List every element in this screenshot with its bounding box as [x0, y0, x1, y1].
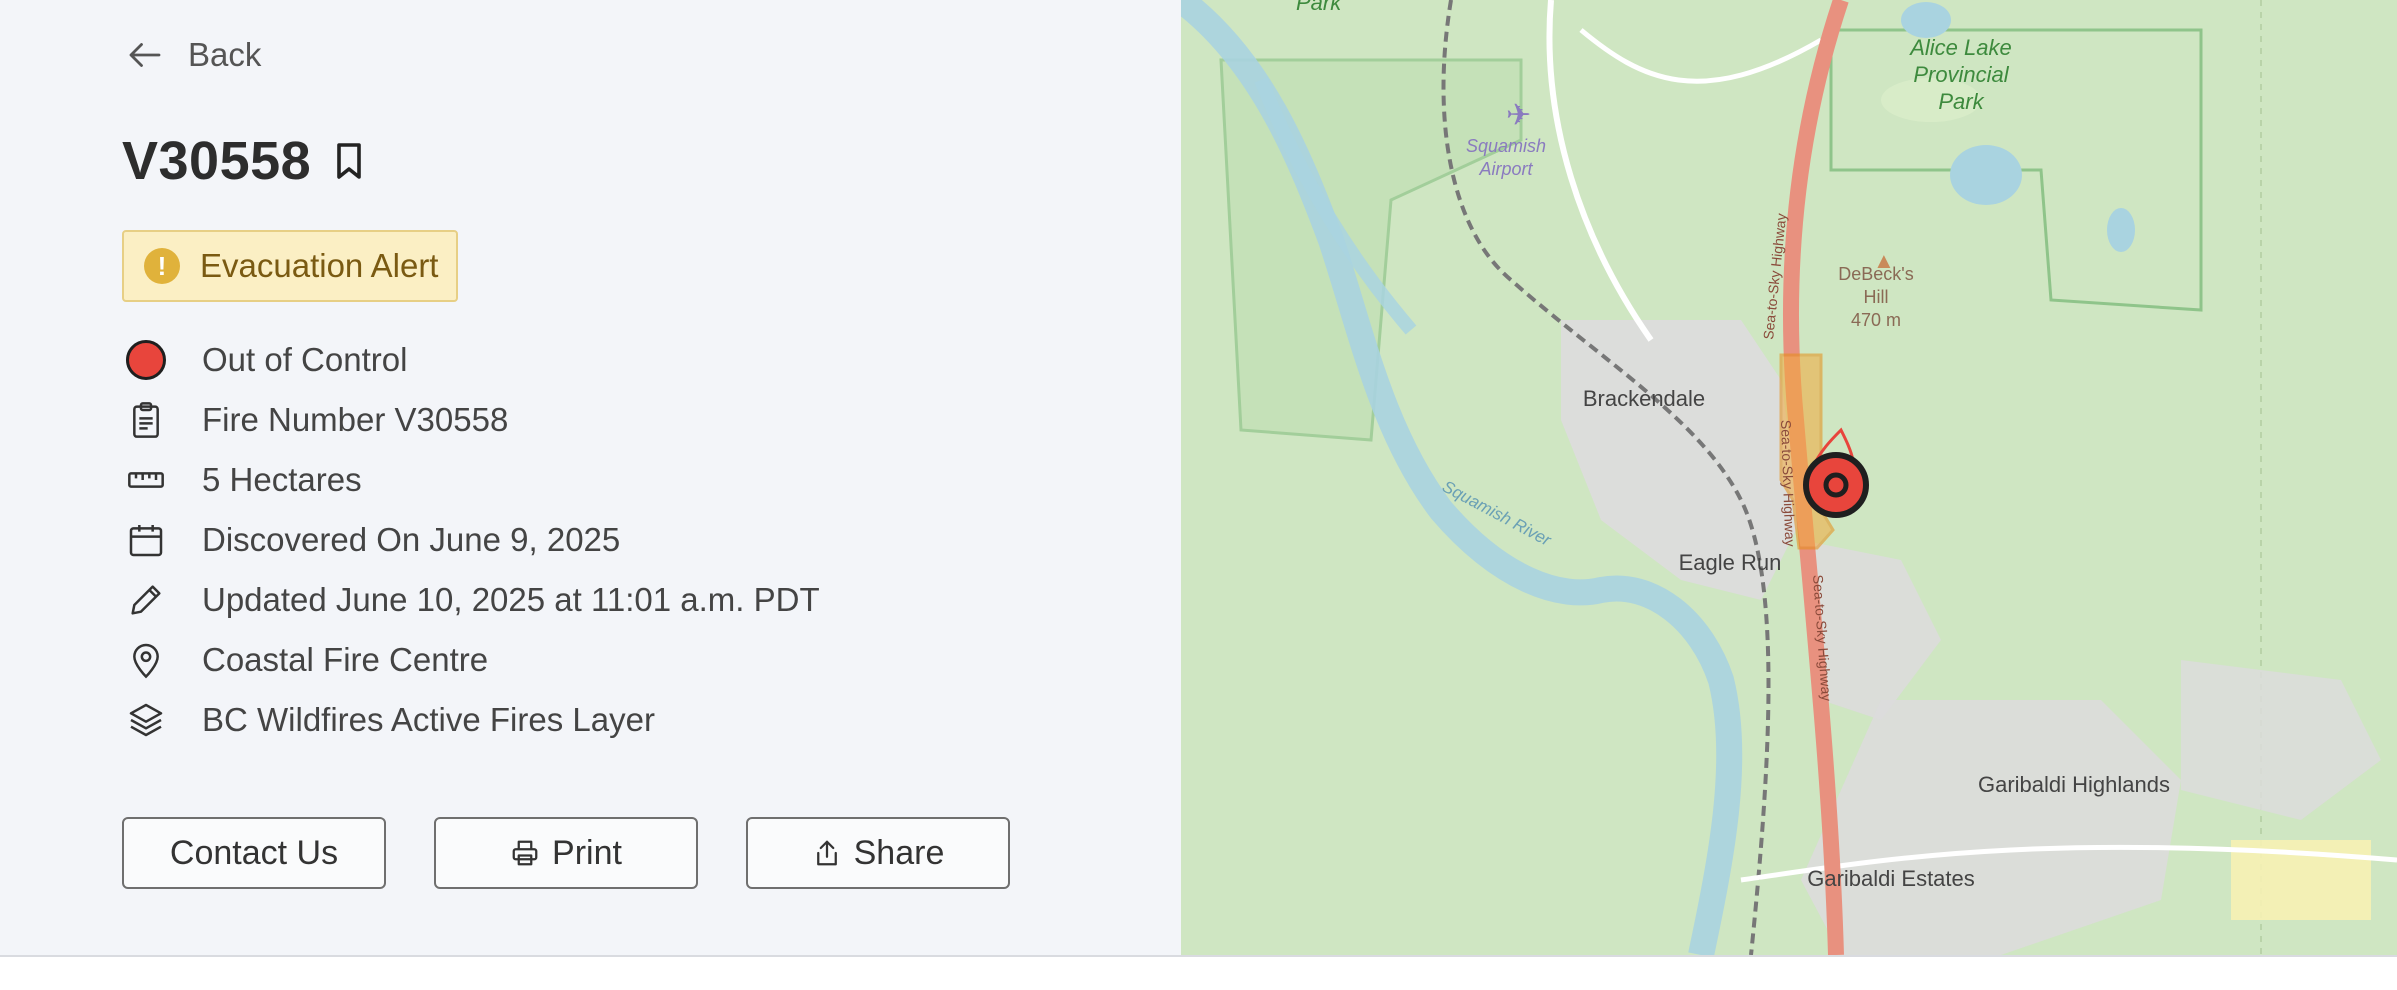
map-canvas[interactable]: ✈ ▲ Park Alice Lake Provincial Park Squa…: [1181, 0, 2397, 955]
share-icon: [816, 840, 837, 866]
layers-icon: [129, 703, 163, 737]
size-text: 5 Hectares: [202, 461, 362, 498]
map-pin-icon: [133, 643, 159, 679]
share-button[interactable]: Share: [746, 817, 1010, 889]
printer-icon: [512, 840, 538, 866]
map-label-brackendale: Brackendale: [1583, 386, 1705, 411]
fire-number-text: Fire Number V30558: [202, 401, 509, 438]
alert-label: Evacuation Alert: [200, 247, 439, 284]
map-label-elevation: 470 m: [1851, 310, 1901, 330]
lake: [2107, 208, 2135, 252]
back-label: Back: [188, 36, 262, 73]
map-label-park: Park: [1296, 0, 1342, 15]
ruler-icon: [128, 472, 164, 488]
fire-marker[interactable]: [1803, 452, 1869, 518]
centre-text: Coastal Fire Centre: [202, 641, 489, 678]
page-title: V30558: [122, 131, 312, 191]
updated-row: Updated June 10, 2025 at 11:01 a.m. PDT: [124, 570, 820, 630]
lake: [1901, 2, 1951, 38]
status-dot-icon: [126, 340, 166, 380]
bottom-divider: [0, 955, 2397, 957]
airport-icon: ✈: [1506, 99, 1531, 132]
lake: [1950, 145, 2022, 205]
map-label-hill: Hill: [1864, 287, 1889, 307]
map-label-airport-2: Airport: [1478, 159, 1533, 179]
share-label: Share: [853, 833, 945, 872]
incident-details-panel: Back V30558 ! Evacuation Alert Out of Co…: [0, 0, 1181, 955]
incident-map[interactable]: ✈ ▲ Park Alice Lake Provincial Park Squa…: [1181, 0, 2397, 955]
pencil-icon: [131, 585, 161, 615]
title-row: V30558: [122, 130, 365, 192]
exclamation-circle-icon: !: [144, 248, 180, 284]
discovered-row: Discovered On June 9, 2025: [124, 510, 820, 570]
print-button[interactable]: Print: [434, 817, 698, 889]
incident-detail-list: Out of Control Fire Number V30558 5 Hect…: [124, 330, 820, 750]
status-row: Out of Control: [124, 330, 820, 390]
back-link[interactable]: Back: [124, 34, 261, 76]
map-label-airport: Squamish: [1466, 136, 1546, 156]
action-buttons: Contact Us Print Share: [122, 817, 1010, 889]
map-label-alice-lake: Alice Lake: [1908, 35, 2012, 60]
map-label-park-2: Park: [1938, 89, 1984, 114]
centre-row: Coastal Fire Centre: [124, 630, 820, 690]
evacuation-alert-badge: ! Evacuation Alert: [122, 230, 458, 302]
calendar-icon: [129, 525, 163, 557]
bookmark-icon[interactable]: [333, 141, 365, 181]
status-text: Out of Control: [202, 341, 408, 378]
print-label: Print: [552, 833, 622, 872]
contact-us-button[interactable]: Contact Us: [122, 817, 386, 889]
discovered-text: Discovered On June 9, 2025: [202, 521, 621, 558]
map-label-provincial: Provincial: [1913, 62, 2009, 87]
map-label-eagle-run: Eagle Run: [1679, 550, 1782, 575]
clipboard-icon: [133, 402, 159, 438]
layer-text: BC Wildfires Active Fires Layer: [202, 701, 655, 738]
layer-row: BC Wildfires Active Fires Layer: [124, 690, 820, 750]
size-row: 5 Hectares: [124, 450, 820, 510]
map-label-garibaldi-estates: Garibaldi Estates: [1807, 866, 1975, 891]
map-label-garibaldi-highlands: Garibaldi Highlands: [1978, 772, 2170, 797]
map-label-debeck: DeBeck's: [1838, 264, 1913, 284]
fire-number-row: Fire Number V30558: [124, 390, 820, 450]
arrow-left-icon: [129, 43, 161, 67]
contact-us-label: Contact Us: [169, 833, 339, 872]
updated-text: Updated June 10, 2025 at 11:01 a.m. PDT: [202, 581, 820, 618]
